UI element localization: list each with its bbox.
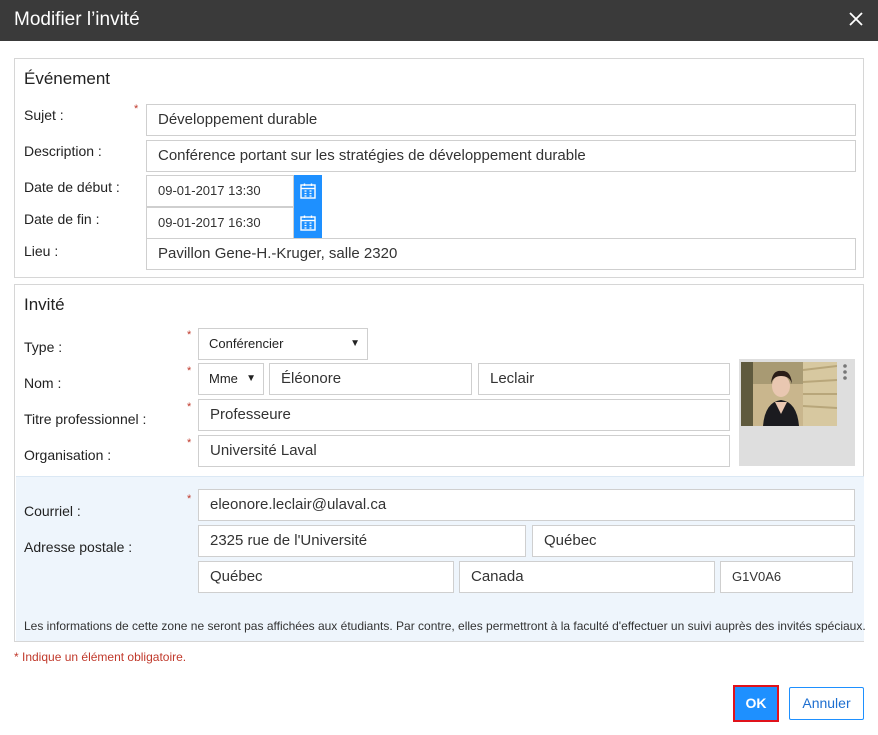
address-label: Adresse postale : (24, 539, 133, 555)
ok-button[interactable]: OK (733, 685, 779, 722)
street-field[interactable]: 2325 rue de l'Université (198, 525, 526, 557)
first-name-field[interactable]: Éléonore (269, 363, 472, 395)
dialog-title: Modifier l’invité (14, 9, 140, 30)
private-info-zone: Courriel : * eleonore.leclair@ulaval.ca … (16, 476, 866, 641)
photo-options-button[interactable] (842, 363, 848, 381)
organization-label: Organisation : (24, 447, 112, 463)
subject-required-marker: * (134, 103, 139, 115)
calendar-icon (300, 183, 316, 199)
dialog-titlebar: Modifier l’invité (0, 0, 878, 41)
organization-field[interactable]: Université Laval (198, 435, 730, 467)
event-section: Événement Sujet : * Développement durabl… (14, 58, 864, 278)
start-date-field[interactable]: 09-01-2017 13:30 (146, 175, 294, 207)
province-field[interactable]: Québec (198, 561, 454, 593)
email-required-marker: * (187, 493, 192, 505)
type-select[interactable]: Conférencier ▼ (198, 328, 368, 360)
guest-section: Invité Type : * Conférencier ▼ Nom : * M… (14, 284, 866, 642)
type-required-marker: * (187, 329, 192, 341)
job-title-field[interactable]: Professeure (198, 399, 730, 431)
country-field[interactable]: Canada (459, 561, 715, 593)
guest-photo[interactable] (741, 362, 837, 426)
name-required-marker: * (187, 365, 192, 377)
email-field[interactable]: eleonore.leclair@ulaval.ca (198, 489, 855, 521)
city-field[interactable]: Québec (532, 525, 855, 557)
event-section-title: Événement (24, 69, 110, 88)
close-icon (849, 12, 863, 26)
privacy-note: Les informations de cette zone ne seront… (24, 619, 866, 633)
subject-label: Sujet : (24, 107, 64, 123)
salutation-select-value: Mme (209, 371, 238, 386)
required-fields-note: * Indique un élément obligatoire. (14, 650, 187, 664)
location-label: Lieu : (24, 243, 59, 259)
guest-photo-image (741, 362, 837, 426)
location-field[interactable]: Pavillon Gene-H.-Kruger, salle 2320 (146, 238, 856, 270)
start-date-label: Date de début : (24, 179, 120, 195)
calendar-icon (300, 215, 316, 231)
close-button[interactable] (846, 8, 866, 30)
type-select-value: Conférencier (209, 336, 284, 351)
type-label: Type : (24, 339, 63, 355)
email-label: Courriel : (24, 503, 81, 519)
start-date-calendar-button[interactable] (294, 175, 322, 207)
description-field[interactable]: Conférence portant sur les stratégies de… (146, 140, 856, 172)
description-label: Description : (24, 143, 102, 159)
ok-button-label: OK (737, 689, 775, 718)
salutation-select[interactable]: Mme ▼ (198, 363, 264, 395)
end-date-field[interactable]: 09-01-2017 16:30 (146, 207, 294, 239)
postal-code-field[interactable]: G1V0A6 (720, 561, 853, 593)
end-date-label: Date de fin : (24, 211, 100, 227)
dropdown-arrow-icon: ▼ (350, 338, 360, 349)
subject-field[interactable]: Développement durable (146, 104, 856, 136)
guest-section-title: Invité (24, 295, 65, 314)
last-name-field[interactable]: Leclair (478, 363, 730, 395)
guest-photo-panel (739, 359, 855, 466)
cancel-button[interactable]: Annuler (789, 687, 864, 720)
job-title-label: Titre professionnel : (24, 411, 147, 427)
dropdown-arrow-icon: ▼ (246, 373, 256, 384)
end-date-calendar-button[interactable] (294, 207, 322, 239)
name-label: Nom : (24, 375, 62, 391)
organization-required-marker: * (187, 437, 192, 449)
vertical-dots-icon (843, 364, 847, 380)
job-title-required-marker: * (187, 401, 192, 413)
